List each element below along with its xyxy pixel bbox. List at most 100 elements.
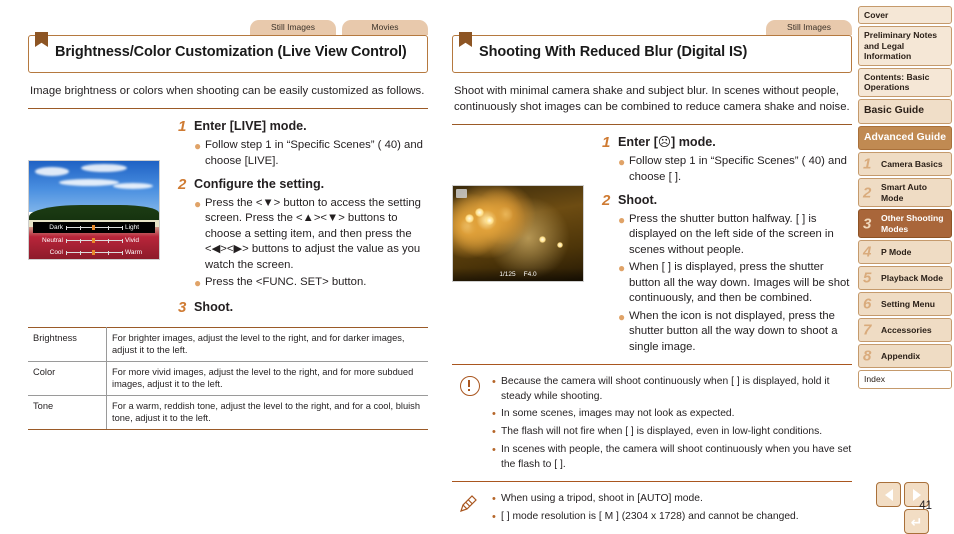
slider-label-left: Neutral	[42, 237, 63, 244]
street-lamp	[485, 216, 494, 225]
return-button[interactable]: ↵	[904, 509, 929, 534]
sidebar-item-label: Accessories	[881, 324, 932, 335]
caution-item: • The flash will not fire when [ ] is di…	[492, 425, 852, 440]
slider-row-tone[interactable]: Cool Warm	[33, 247, 155, 258]
bullet-dot: ●	[618, 155, 626, 170]
sidebar-item-other-shooting-modes[interactable]: 3 Other Shooting Modes	[858, 209, 952, 239]
caution-item: • In some scenes, images may not look as…	[492, 407, 852, 422]
sidebar-nav: Cover Preliminary Notes and Legal Inform…	[858, 6, 952, 391]
slider-track[interactable]	[66, 250, 123, 256]
street-lamp	[465, 214, 474, 223]
right-section-heading: Shooting With Reduced Blur (Digital IS)	[452, 32, 852, 73]
sidebar-item-basic-guide[interactable]: Basic Guide	[858, 98, 952, 124]
sidebar-item-label: Playback Mode	[881, 272, 944, 283]
slider-track[interactable]	[66, 238, 123, 244]
bullet-dot: ●	[194, 196, 202, 211]
sidebar-item-number: 5	[863, 269, 872, 287]
bullet-text: Follow step 1 in “Specific Scenes” ( 40)…	[629, 155, 847, 183]
previous-page-button[interactable]	[876, 482, 901, 507]
slider-label-right: Vivid	[125, 237, 139, 244]
table-row: Brightness For brighter images, adjust t…	[28, 326, 428, 362]
night-scene	[453, 186, 583, 281]
table-row: Tone For a warm, reddish tone, adjust th…	[28, 395, 428, 430]
sidebar-item-advanced-guide[interactable]: Advanced Guide	[858, 125, 952, 151]
table-key: Color	[28, 361, 107, 396]
manual-page: Still Images Movies Brightness/Color Cus…	[0, 0, 954, 534]
caution-box: • Because the camera will shoot continuo…	[452, 375, 852, 472]
sidebar-item-number: 3	[863, 215, 872, 233]
bullet-dot: ●	[618, 309, 626, 324]
aperture-value: F4.0	[523, 271, 537, 278]
street-lamp	[539, 236, 546, 243]
cloud	[81, 164, 127, 172]
sidebar-item-label: Camera Basics	[881, 159, 943, 170]
slider-label-left: Cool	[49, 249, 63, 256]
slider-label-right: Warm	[125, 249, 143, 256]
sidebar-item-setting-menu[interactable]: 6 Setting Menu	[858, 292, 952, 317]
sidebar-item-label: Appendix	[881, 350, 921, 361]
step-1-bullets: ● Follow step 1 in “Specific Scenes” ( 4…	[618, 154, 852, 185]
bullet-text: Press the <FUNC. SET> button.	[205, 276, 367, 289]
note-text: [ ] mode resolution is [ M ] (2304 x 172…	[501, 511, 799, 523]
sidebar-item-number: 4	[863, 243, 872, 261]
step-title: Enter [☹] mode.	[618, 135, 716, 150]
chevron-left-icon	[884, 488, 893, 501]
bullet: ● Press the <FUNC. SET> button.	[194, 275, 428, 291]
bookmark-icon	[459, 32, 472, 47]
note-box: • When using a tripod, shoot in [AUTO] m…	[452, 492, 852, 525]
sidebar-item-playback-mode[interactable]: 5 Playback Mode	[858, 266, 952, 291]
cloud	[113, 183, 153, 189]
slider-knob[interactable]	[92, 225, 96, 230]
sidebar-item-appendix[interactable]: 8 Appendix	[858, 344, 952, 369]
bullet: ● Follow step 1 in “Specific Scenes” ( 4…	[618, 154, 852, 185]
sidebar-item-label: P Mode	[881, 246, 912, 257]
table-value: For a warm, reddish tone, adjust the lev…	[106, 395, 428, 430]
slider-knob[interactable]	[92, 238, 96, 243]
live-view-control-panel: Dark Light Neutral Vivid Cool Warm	[29, 220, 159, 259]
right-intro-text: Shoot with minimal camera shake and subj…	[454, 85, 850, 114]
right-column: Still Images Shooting With Reduced Blur …	[452, 0, 852, 528]
bullet: ● When [ ] is displayed, press the shutt…	[618, 260, 852, 306]
step-1: 1 Enter [LIVE] mode.	[178, 118, 428, 136]
step-3: 3 Shoot.	[178, 299, 428, 317]
left-column: Still Images Movies Brightness/Color Cus…	[28, 0, 428, 430]
right-divider	[452, 124, 852, 126]
sidebar-item-camera-basics[interactable]: 1 Camera Basics	[858, 152, 952, 177]
step-2-bullets: ● Press the <▼> button to access the set…	[194, 196, 428, 292]
sidebar-item-cover[interactable]: Cover	[858, 6, 952, 25]
bullet-dot: •	[492, 493, 496, 506]
bullet-text: When the icon is not displayed, press th…	[629, 309, 838, 353]
sidebar-item-number: 7	[863, 321, 872, 339]
sidebar-item-p-mode[interactable]: 4 P Mode	[858, 240, 952, 265]
bullet: ● Follow step 1 in “Specific Scenes” ( 4…	[194, 138, 428, 169]
note-item: • When using a tripod, shoot in [AUTO] m…	[492, 492, 852, 507]
sidebar-item-index[interactable]: Index	[858, 370, 952, 389]
digital-is-screenshot: 1/125 F4.0	[452, 185, 584, 282]
settings-table: Brightness For brighter images, adjust t…	[28, 326, 428, 430]
shutter-speed: 1/125	[499, 271, 516, 278]
slider-track[interactable]	[66, 225, 123, 231]
slider-knob[interactable]	[92, 250, 96, 255]
caution-text: In scenes with people, the camera will s…	[501, 444, 852, 470]
left-intro-text: Image brightness or colors when shooting…	[30, 85, 425, 97]
step-number: 1	[602, 134, 611, 152]
bullet-dot: •	[492, 511, 496, 524]
sidebar-item-preliminary-notes[interactable]: Preliminary Notes and Legal Information	[858, 26, 952, 66]
sidebar-item-smart-auto-mode[interactable]: 2 Smart Auto Mode	[858, 178, 952, 208]
right-heading-text: Shooting With Reduced Blur (Digital IS)	[479, 44, 748, 60]
left-divider	[28, 108, 428, 110]
right-category-tabs: Still Images	[452, 20, 852, 35]
sidebar-item-contents[interactable]: Contents: Basic Operations	[858, 67, 952, 97]
bullet-dot: ●	[618, 213, 626, 227]
left-section-heading: Brightness/Color Customization (Live Vie…	[28, 32, 428, 73]
note-text: When using a tripod, shoot in [AUTO] mod…	[501, 493, 703, 505]
bullet-dot: ●	[194, 139, 202, 154]
slider-row-color[interactable]: Neutral Vivid	[33, 235, 155, 246]
sidebar-item-accessories[interactable]: 7 Accessories	[858, 318, 952, 343]
return-arrow-icon: ↵	[910, 513, 923, 530]
slider-row-brightness[interactable]: Dark Light	[33, 222, 155, 233]
continuous-shooting-icon	[456, 189, 467, 198]
sidebar-item-number: 6	[863, 295, 872, 313]
camera-osd: 1/125 F4.0	[453, 268, 583, 281]
step-2: 2 Configure the setting.	[178, 176, 428, 194]
